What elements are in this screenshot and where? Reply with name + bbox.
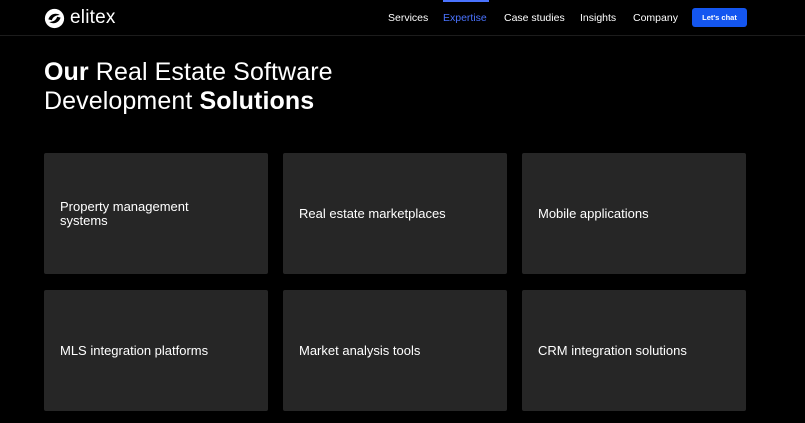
- solution-card-mobile-applications[interactable]: Mobile applications: [522, 153, 746, 274]
- title-line2-bold: Solutions: [199, 87, 315, 115]
- brand-name: elitex: [70, 7, 116, 28]
- nav-active-indicator: [443, 0, 489, 2]
- solution-card-title: MLS integration platforms: [60, 342, 209, 358]
- nav-item-expertise[interactable]: Expertise: [443, 11, 487, 25]
- solution-card-title: CRM integration solutions: [538, 342, 687, 358]
- solution-card-crm-integration[interactable]: CRM integration solutions: [522, 290, 746, 411]
- title-line1-rest: Real Estate Software: [88, 58, 333, 86]
- title-line1-bold: Our: [44, 58, 89, 86]
- elitex-swirl-logo-icon: [44, 8, 65, 28]
- nav-item-case-studies[interactable]: Case studies: [504, 11, 565, 25]
- solution-card-title: Real estate marketplaces: [299, 205, 446, 221]
- solution-card-mls-integration[interactable]: MLS integration platforms: [44, 290, 268, 411]
- solution-card-title: Mobile applications: [538, 205, 649, 221]
- site-header: elitex Services Expertise Case studies I…: [0, 0, 805, 36]
- solution-card-property-management[interactable]: Property management systems: [44, 153, 268, 274]
- solution-card-title: Market analysis tools: [299, 342, 421, 358]
- page-title: Our Real Estate Software Development Sol…: [44, 58, 333, 116]
- nav-item-insights[interactable]: Insights: [580, 11, 616, 25]
- nav-item-company[interactable]: Company: [633, 11, 678, 25]
- nav-item-services[interactable]: Services: [388, 11, 428, 25]
- solution-card-marketplaces[interactable]: Real estate marketplaces: [283, 153, 507, 274]
- lets-chat-button[interactable]: Let's chat: [692, 8, 747, 27]
- title-line2-rest: Development: [44, 87, 200, 115]
- brand-logo-link[interactable]: elitex: [44, 6, 116, 30]
- solution-card-title: Property management systems: [60, 198, 189, 228]
- solution-card-market-analysis[interactable]: Market analysis tools: [283, 290, 507, 411]
